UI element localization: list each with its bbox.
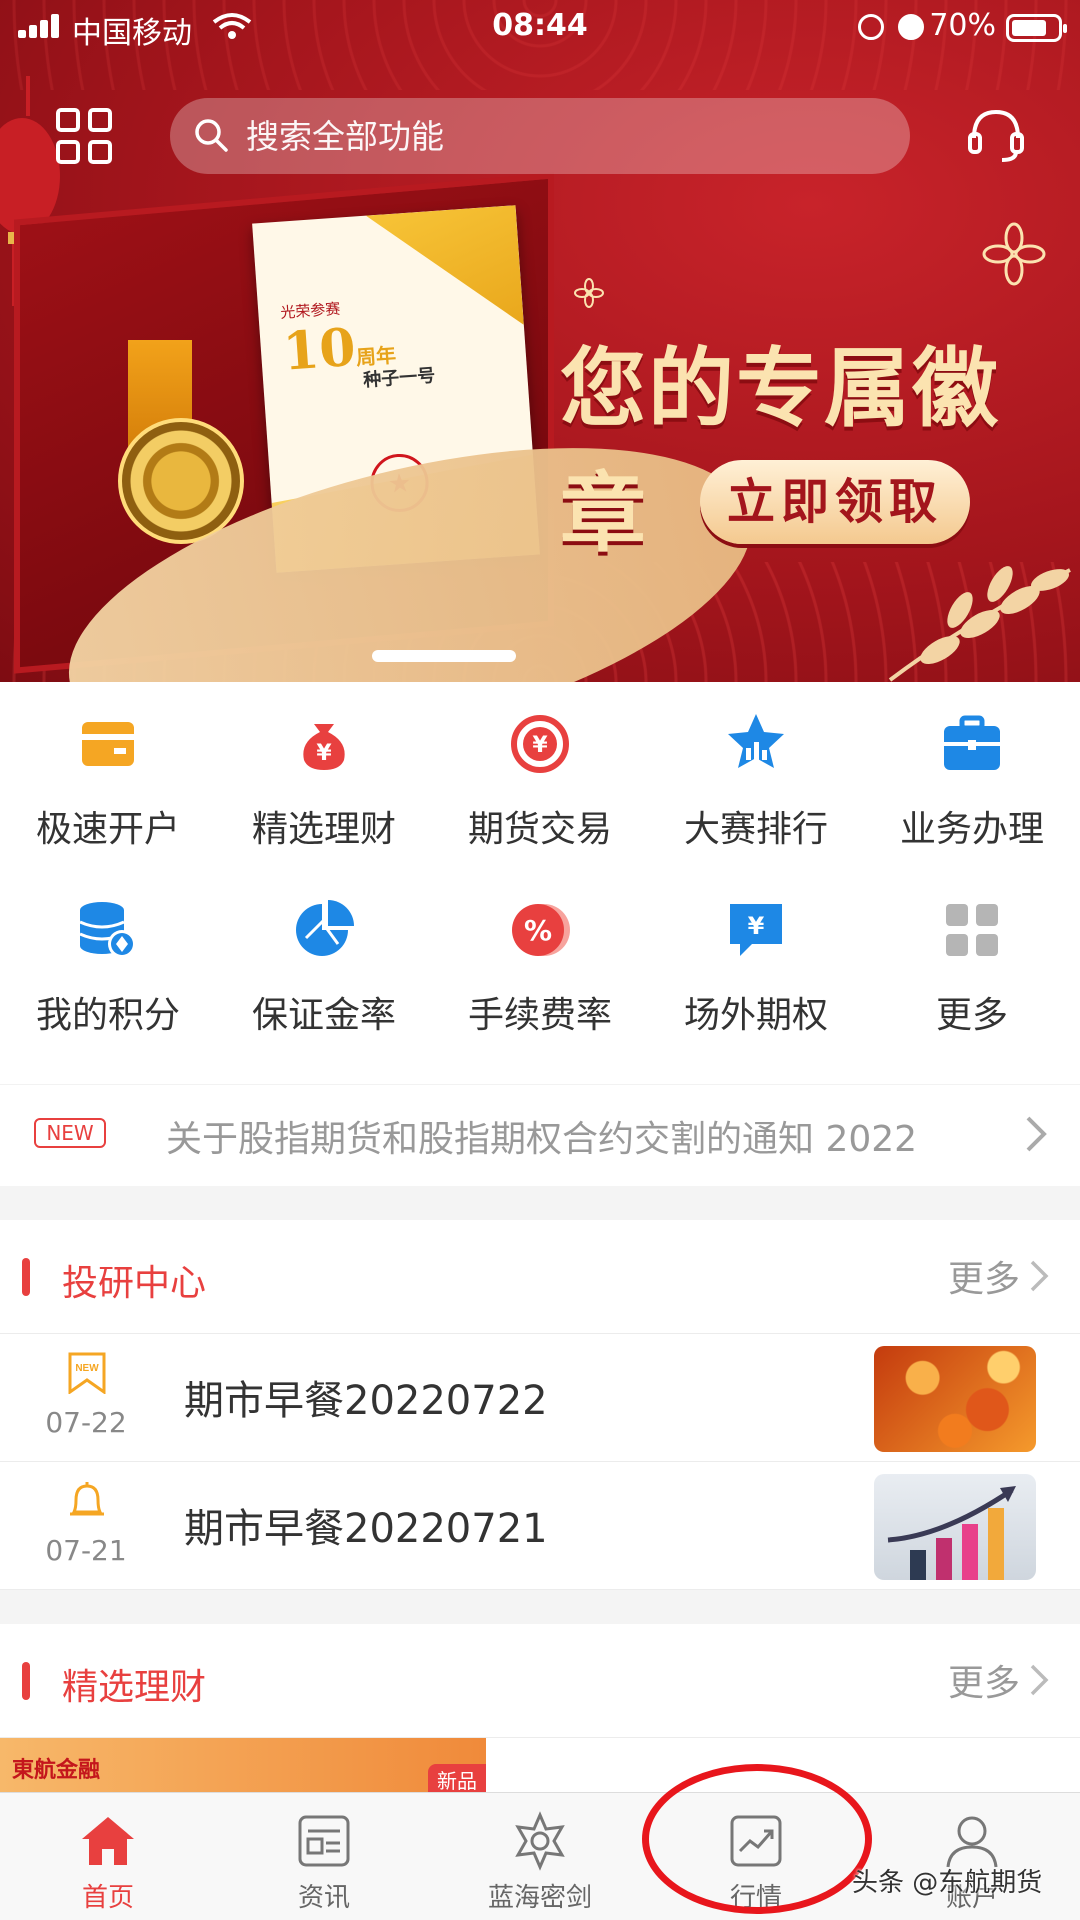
account-card-icon	[82, 722, 134, 766]
search-input[interactable]	[246, 98, 886, 174]
customer-service-icon[interactable]	[966, 106, 1026, 166]
research-title: 投研中心	[62, 1263, 207, 1304]
item-title[interactable]: 期市早餐20220721	[184, 1496, 548, 1554]
small-flower-icon	[574, 278, 604, 308]
tab-label: 首页	[81, 1883, 134, 1913]
growth-chart-thumbnail[interactable]	[874, 1474, 1036, 1580]
quick-function-item[interactable]: 大赛排行	[648, 682, 864, 852]
quick-function-label: 业务办理	[899, 809, 1044, 850]
finance-product-banner[interactable]: 東航金融 新品	[0, 1738, 486, 1798]
item-title[interactable]: 期市早餐20220722	[184, 1368, 548, 1426]
tab-label: 蓝海密剑	[487, 1883, 592, 1913]
quick-function-label: 手续费率	[467, 995, 612, 1036]
flower-icon	[982, 222, 1046, 286]
svg-text:NEW: NEW	[75, 1363, 99, 1374]
briefcase-icon	[944, 715, 1000, 770]
claim-now-button[interactable]: 立即领取	[700, 460, 970, 544]
quick-function-item[interactable]: ¥ 期货交易	[432, 682, 648, 852]
quick-function-label: 场外期权	[683, 995, 828, 1036]
quick-function-item[interactable]: 极速开户	[0, 682, 216, 852]
research-section: 投研中心 更多 NEW 07-22 期市早餐20220722 07-21 期市早…	[0, 1220, 1080, 1590]
svg-text:%: %	[524, 914, 552, 947]
quick-function-item[interactable]: 保证金率	[216, 868, 432, 1038]
wheat-decoration	[888, 566, 1071, 682]
promo-banner[interactable]: 光荣参赛 10周年 种子一号 ★ 您的专属徽章 立即领取	[0, 0, 1080, 682]
percent-icon: %	[512, 904, 570, 956]
home-icon	[82, 1817, 134, 1865]
quick-function-item[interactable]: % 手续费率	[432, 868, 648, 1038]
item-date: 07-22	[45, 1406, 127, 1439]
quick-function-label: 期货交易	[467, 809, 612, 850]
item-date: 07-21	[45, 1534, 127, 1567]
autumn-leaves-thumbnail[interactable]	[874, 1346, 1036, 1452]
tab-label: 资讯	[297, 1883, 350, 1913]
battery-percentage: 70%	[929, 8, 996, 43]
battery-icon	[1006, 14, 1067, 42]
sword-badge-icon	[515, 1811, 565, 1871]
quick-function-item[interactable]: 业务办理	[864, 682, 1080, 852]
quick-function-item[interactable]: ¥ 场外期权	[648, 868, 864, 1038]
chevron-right-icon[interactable]	[1028, 1662, 1050, 1698]
status-bar: 中国移动 08:44 70%	[0, 0, 1080, 56]
tab-account[interactable]: 账户	[864, 1793, 1080, 1920]
tab-market[interactable]: 行情	[648, 1793, 864, 1920]
research-item[interactable]: 07-21 期市早餐20220721	[0, 1462, 1080, 1590]
tab-label: 行情	[729, 1883, 782, 1913]
market-chart-icon	[730, 1815, 782, 1867]
tab-lanhai-mijian[interactable]: 蓝海密剑	[432, 1793, 648, 1920]
chevron-right-icon[interactable]	[1022, 1114, 1050, 1154]
search-bar[interactable]	[170, 98, 910, 174]
database-points-icon	[79, 902, 136, 958]
quick-function-label: 极速开户	[35, 809, 180, 850]
pie-chart-icon	[296, 900, 354, 956]
tab-home[interactable]: 首页	[0, 1793, 216, 1920]
alarm-icon	[898, 14, 924, 40]
new-ribbon-icon: NEW	[68, 1352, 106, 1394]
section-accent-bar	[22, 1662, 30, 1700]
finance-title: 精选理财	[62, 1667, 207, 1708]
news-icon	[298, 1815, 350, 1867]
research-item[interactable]: NEW 07-22 期市早餐20220722	[0, 1334, 1080, 1462]
yuan-exchange-icon: ¥	[511, 715, 569, 773]
quick-function-item[interactable]: 我的积分	[0, 868, 216, 1038]
carousel-indicator[interactable]	[372, 650, 522, 662]
notice-text[interactable]: 关于股指期货和股指期权合约交割的通知 2022	[166, 1110, 966, 1162]
star-ranking-icon	[728, 714, 784, 768]
certificate-name: 种子一号	[362, 365, 436, 392]
quick-function-label: 大赛排行	[683, 809, 828, 850]
quick-function-item[interactable]: 更多	[864, 868, 1080, 1038]
svg-text:¥: ¥	[748, 912, 765, 940]
section-accent-bar	[22, 1258, 30, 1296]
research-more-link[interactable]: 更多	[948, 1250, 1020, 1302]
tab-news[interactable]: 资讯	[216, 1793, 432, 1920]
svg-text:¥: ¥	[316, 741, 332, 766]
quick-function-item[interactable]: ¥ 精选理财	[216, 682, 432, 852]
quick-function-label: 精选理财	[251, 809, 396, 850]
rotation-lock-icon	[858, 14, 884, 40]
finance-header: 精选理财 更多	[0, 1624, 1080, 1738]
yuan-chat-icon: ¥	[730, 904, 782, 956]
search-icon	[195, 119, 228, 152]
bottom-tab-bar: 首页 资讯 蓝海密剑 行情 账户	[0, 1792, 1080, 1920]
svg-text:¥: ¥	[532, 733, 548, 758]
money-bag-icon: ¥	[303, 724, 345, 770]
new-tag: NEW	[34, 1118, 106, 1148]
more-grid-icon	[946, 904, 998, 956]
apps-grid-icon[interactable]	[56, 108, 112, 164]
watermark: 头条 @东航期货	[852, 1868, 1043, 1898]
research-header: 投研中心 更多	[0, 1220, 1080, 1334]
quick-function-label: 我的积分	[35, 995, 180, 1036]
app-screen: 光荣参赛 10周年 种子一号 ★ 您的专属徽章 立即领取	[0, 0, 1080, 1920]
quick-function-label: 更多	[935, 995, 1008, 1036]
medal-icon	[118, 418, 244, 544]
carousel-dot-active[interactable]	[372, 650, 516, 662]
quick-function-label: 保证金率	[251, 995, 396, 1036]
ces-capital-logo: 東航金融	[12, 1758, 101, 1783]
chevron-right-icon[interactable]	[1028, 1258, 1050, 1294]
finance-more-link[interactable]: 更多	[948, 1654, 1020, 1706]
bell-icon	[70, 1482, 104, 1516]
quick-function-grid: 极速开户 ¥ 精选理财 ¥ 期货交易 大赛排行 业务办理 我的积分 保证金率% 手续费率 ¥ 场外期权…	[0, 682, 1080, 1186]
